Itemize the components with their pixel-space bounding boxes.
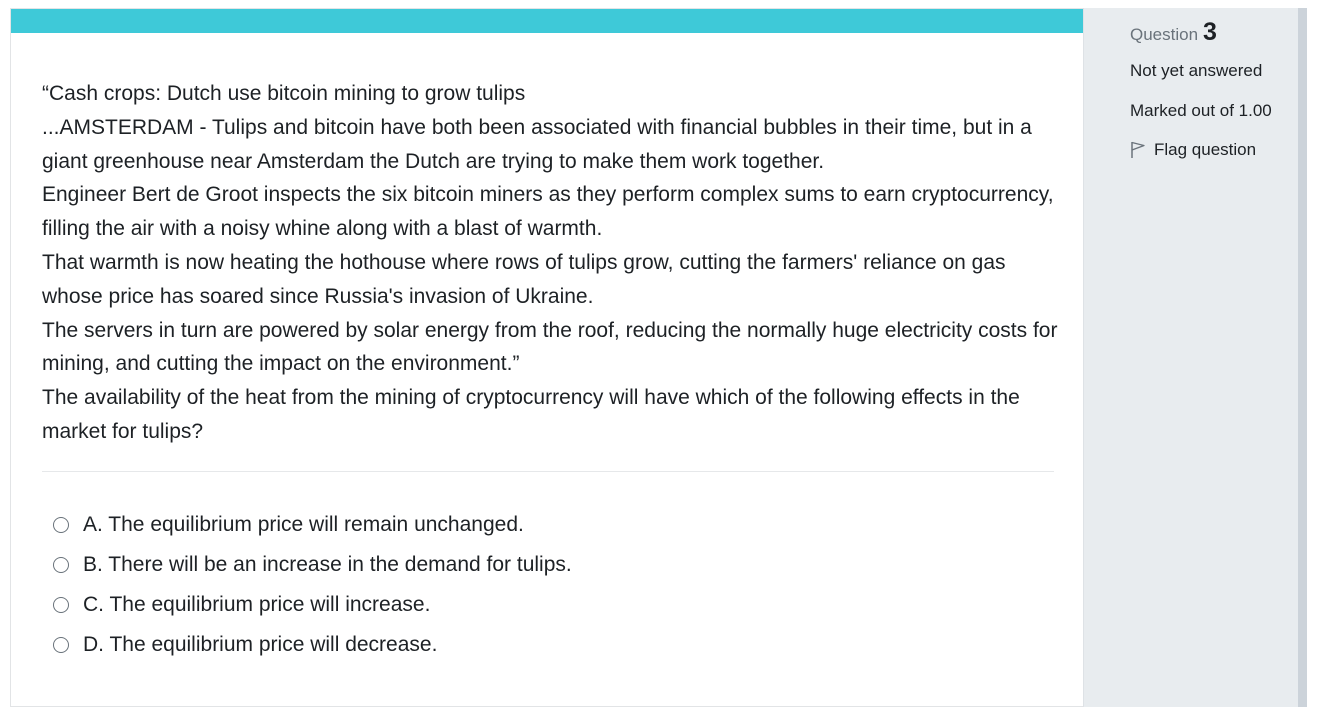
panel-scroll-edge — [1298, 8, 1307, 707]
question-number: 3 — [1203, 18, 1217, 46]
question-paragraph: Engineer Bert de Groot inspects the six … — [42, 183, 1054, 241]
answer-option-a[interactable]: A. The equilibrium price will remain unc… — [53, 505, 1053, 545]
question-state: Not yet answered — [1130, 61, 1263, 80]
answer-option-c[interactable]: C. The equilibrium price will increase. — [53, 585, 1053, 625]
answer-d-radio[interactable] — [53, 637, 69, 653]
answer-b-radio[interactable] — [53, 557, 69, 573]
question-divider — [42, 471, 1054, 472]
question-paragraph: ...AMSTERDAM - Tulips and bitcoin have b… — [42, 115, 1032, 173]
question-grade: Marked out of 1.00 — [1130, 101, 1272, 120]
question-content-card: “Cash crops: Dutch use bitcoin mining to… — [10, 8, 1083, 707]
question-text: “Cash crops: Dutch use bitcoin mining to… — [42, 77, 1062, 449]
answer-option-b[interactable]: B. There will be an increase in the dema… — [53, 545, 1053, 585]
question-paragraph: That warmth is now heating the hothouse … — [42, 250, 1006, 308]
flag-question-button[interactable]: Flag question — [1130, 140, 1256, 160]
question-label: Question — [1130, 25, 1199, 44]
answer-c-radio[interactable] — [53, 597, 69, 613]
answer-option-d[interactable]: D. The equilibrium price will decrease. — [53, 625, 1053, 665]
answer-a-radio[interactable] — [53, 517, 69, 533]
question-info-panel: Question 3 Not yet answered Marked out o… — [1083, 8, 1298, 707]
quiz-page: “Cash crops: Dutch use bitcoin mining to… — [0, 0, 1329, 716]
question-accent-bar — [11, 9, 1083, 33]
answer-c-label[interactable]: C. The equilibrium price will increase. — [83, 585, 430, 625]
answer-options: A. The equilibrium price will remain unc… — [53, 505, 1053, 665]
question-paragraph: “Cash crops: Dutch use bitcoin mining to… — [42, 82, 526, 105]
answer-b-label[interactable]: B. There will be an increase in the dema… — [83, 545, 572, 585]
flag-outline-icon[interactable] — [1130, 141, 1146, 159]
question-paragraph: The servers in turn are powered by solar… — [42, 318, 1058, 376]
question-prompt: The availability of the heat from the mi… — [42, 386, 1020, 443]
flag-question-label[interactable]: Flag question — [1154, 140, 1256, 160]
answer-d-label[interactable]: D. The equilibrium price will decrease. — [83, 625, 437, 665]
answer-a-label[interactable]: A. The equilibrium price will remain unc… — [83, 505, 524, 545]
question-number-heading: Question 3 — [1130, 18, 1217, 47]
